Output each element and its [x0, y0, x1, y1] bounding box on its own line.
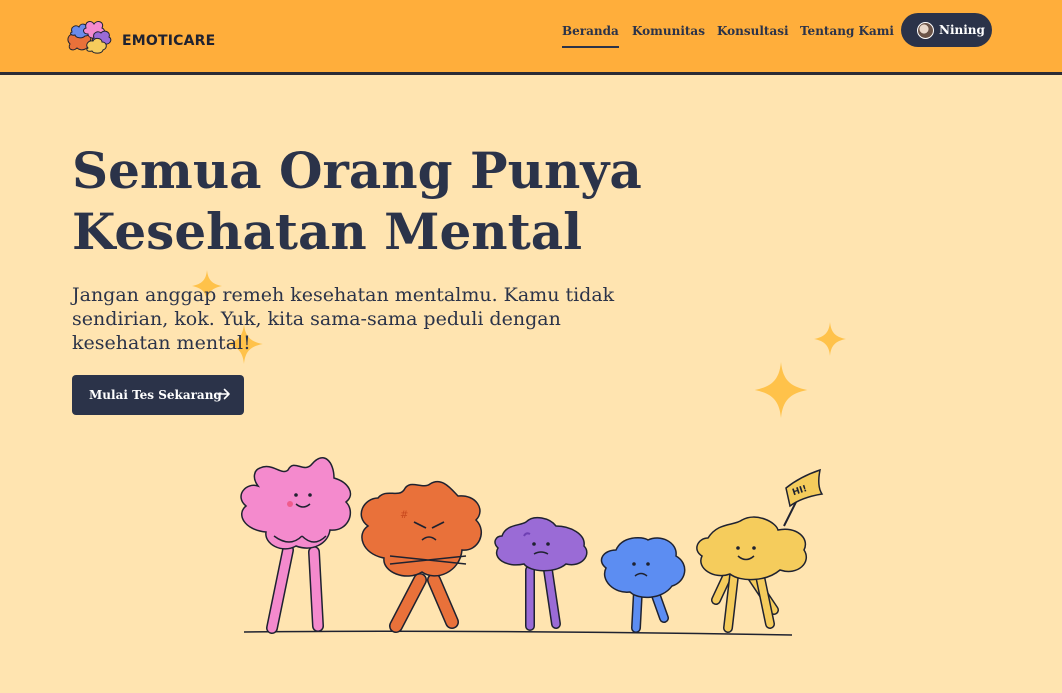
profile-button[interactable]: Nining	[901, 13, 992, 47]
hero-title: Semua Orang Punya Kesehatan Mental	[72, 140, 672, 262]
hero-subtitle-line: Jangan anggap remeh kesehatan mentalmu. …	[72, 284, 615, 306]
svg-text:#: #	[400, 510, 408, 521]
start-test-button-label: Mulai Tes Sekarang	[89, 388, 222, 402]
emoticare-logo[interactable]: EMOTICARE	[64, 18, 216, 54]
purple-worried-character	[494, 516, 588, 631]
nav-link-tentang-kami[interactable]: Tentang Kami	[800, 24, 894, 38]
arrow-right-icon	[217, 388, 230, 400]
avatar	[917, 22, 934, 39]
hero-subtitle-line: kesehatan mental!	[72, 332, 251, 354]
hero-subtitle-line: sendirian, kok. Yuk, kita sama-sama pedu…	[72, 308, 561, 330]
blue-sad-character	[600, 536, 686, 633]
hero-title-line: Kesehatan Mental	[72, 202, 583, 261]
profile-name: Nining	[939, 23, 985, 37]
orange-angry-character: #	[360, 480, 482, 633]
brand-name: EMOTICARE	[122, 33, 216, 49]
sparkle-icon	[754, 362, 808, 418]
sparkle-icon	[814, 322, 846, 356]
top-navigation-bar: EMOTICARE Beranda Komunitas Konsultasi T…	[0, 0, 1062, 75]
ground-line	[243, 630, 793, 636]
emoticare-logo-icon	[67, 20, 112, 54]
emotion-characters-illustration: # HI!	[240, 457, 824, 636]
yellow-waving-character: HI!	[696, 468, 824, 633]
start-test-button[interactable]: Mulai Tes Sekarang	[72, 375, 244, 415]
nav-link-beranda[interactable]: Beranda	[562, 24, 619, 48]
pink-happy-character	[240, 457, 352, 634]
nav-link-komunitas[interactable]: Komunitas	[632, 24, 705, 38]
nav-link-konsultasi[interactable]: Konsultasi	[717, 24, 789, 38]
hero-subtitle: Jangan anggap remeh kesehatan mentalmu. …	[72, 283, 672, 355]
hero-title-line: Semua Orang Punya	[72, 141, 642, 200]
